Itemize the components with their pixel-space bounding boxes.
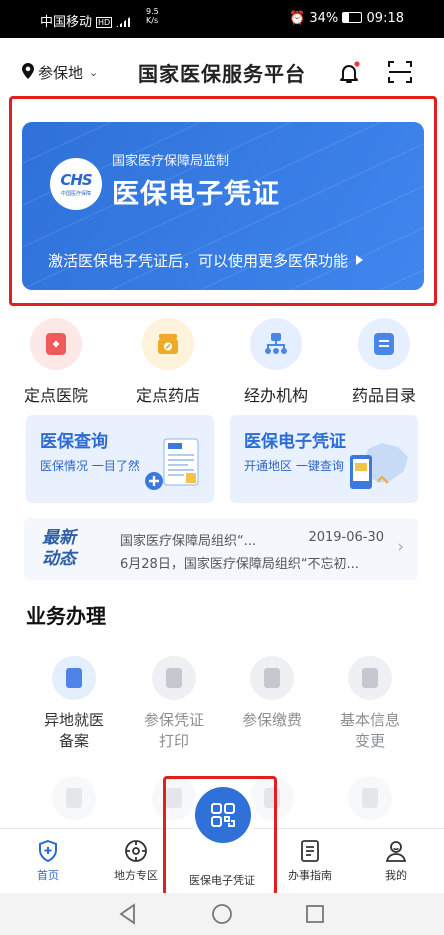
service-insurance-payment[interactable]: 参保缴费: [222, 656, 322, 731]
payment-icon: [250, 656, 294, 700]
news-ticker[interactable]: 最新 动态 国家医疗保障局组织“... 2019-06-30 6月28日，国家医…: [24, 518, 418, 580]
back-icon[interactable]: [118, 903, 138, 929]
service-basic-info-change[interactable]: 基本信息 变更: [320, 656, 420, 752]
quick-link-label: 定点医院: [23, 386, 88, 405]
service-label: 异地就医 备案: [24, 710, 124, 752]
quick-link-designated-hospital[interactable]: 定点医院: [6, 318, 106, 406]
news-tag: 最新 动态: [42, 528, 76, 570]
news-summary: 6月28日，国家医疗保障局组织“不忘初...: [120, 557, 359, 572]
service-item-more-1[interactable]: [24, 776, 124, 820]
service-label-line1: 参保缴费: [241, 711, 302, 729]
service-offsite-medical-filing[interactable]: 异地就医 备案: [24, 656, 124, 752]
service-label: 基本信息 变更: [320, 710, 420, 752]
user-icon: [384, 839, 408, 863]
service-label-line1: 异地就医: [43, 711, 104, 729]
service-label: 参保缴费: [222, 710, 322, 731]
insurance-card-illustration: [142, 435, 208, 499]
service-label-line2: 变更: [354, 732, 385, 750]
highlight-box-banner: [9, 96, 437, 306]
highlight-box-ecert-tab: [163, 776, 277, 896]
tab-label: 首页: [37, 869, 59, 882]
card-title: 医保电子凭证: [244, 432, 346, 452]
quick-link-label: 定点药店: [135, 386, 200, 405]
compass-icon: [124, 839, 148, 863]
carrier-info: 中国移动 HD: [40, 11, 131, 30]
news-date: 2019-06-30: [308, 530, 384, 545]
system-nav-bar: [0, 893, 444, 935]
service-label-line1: 基本信息: [339, 711, 400, 729]
network-speed: 9.5 K/s: [146, 7, 159, 25]
battery-icon: [342, 12, 363, 23]
tab-home[interactable]: 首页: [8, 839, 88, 883]
location-label: 参保地: [38, 64, 84, 82]
tab-label: 办事指南: [288, 869, 332, 882]
quick-link-drug-catalog[interactable]: 药品目录: [334, 318, 434, 406]
location-selector[interactable]: 参保地 ⌄: [22, 62, 98, 83]
service-label: 参保凭证 打印: [124, 710, 224, 752]
card-title: 医保查询: [40, 432, 108, 452]
network-speed-unit: K/s: [146, 16, 159, 25]
clock: 09:18: [366, 11, 404, 26]
pharmacy-icon: [142, 318, 194, 370]
recent-apps-icon[interactable]: [305, 904, 325, 928]
tab-mine[interactable]: 我的: [356, 839, 436, 883]
service-label-line2: 打印: [158, 732, 189, 750]
quick-link-label: 经办机构: [243, 386, 308, 405]
location-pin-icon: [22, 62, 34, 83]
service-insurance-certificate-print[interactable]: 参保凭证 打印: [124, 656, 224, 752]
guide-document-icon: [298, 839, 322, 863]
edit-icon: [362, 788, 378, 808]
signal-icon: [116, 17, 131, 27]
network-speed-value: 9.5: [146, 7, 159, 16]
status-right: ⏰ 34% 09:18: [289, 11, 404, 26]
tab-guide[interactable]: 办事指南: [270, 839, 350, 883]
news-tag-line1: 最新: [42, 528, 76, 548]
agency-icon: [250, 318, 302, 370]
service-label-line2: 备案: [58, 732, 89, 750]
hd-icon: HD: [96, 17, 113, 28]
service-placeholder-icon: [348, 776, 392, 820]
notification-bell-icon[interactable]: [336, 60, 362, 86]
chevron-down-icon: ⌄: [89, 66, 99, 79]
home-shield-icon: [36, 839, 60, 863]
chevron-right-icon: ›: [397, 537, 404, 557]
battery-level: 34%: [309, 11, 339, 26]
news-tag-line2: 动态: [42, 549, 76, 569]
card-e-certificate[interactable]: 医保电子凭证 开通地区 一键查询: [230, 415, 418, 503]
card-description: 医保情况 一目了然: [40, 459, 140, 473]
section-title-services: 业务办理: [26, 604, 106, 628]
document-icon: [166, 668, 182, 688]
quick-link-handling-agency[interactable]: 经办机构: [226, 318, 326, 406]
info-change-icon: [348, 656, 392, 700]
hospital-icon: [30, 318, 82, 370]
service-label-line1: 参保凭证: [143, 711, 204, 729]
service-placeholder-icon: [52, 776, 96, 820]
service-item-more-4[interactable]: [320, 776, 420, 820]
document-icon: [66, 668, 82, 688]
catalog-icon: [358, 318, 410, 370]
news-headline: 国家医疗保障局组织“...: [120, 534, 257, 549]
document-icon: [66, 788, 82, 808]
document-icon: [362, 668, 378, 688]
card-insurance-query[interactable]: 医保查询 医保情况 一目了然: [26, 415, 214, 503]
carrier-name: 中国移动: [40, 15, 93, 30]
alarm-icon: ⏰: [289, 11, 306, 26]
scan-icon[interactable]: [386, 58, 414, 86]
tab-label: 我的: [385, 869, 407, 882]
quick-link-label: 药品目录: [351, 386, 416, 405]
map-phone-illustration: [342, 437, 412, 499]
home-circle-icon[interactable]: [211, 903, 233, 929]
status-bar: 中国移动 HD 9.5 K/s ⏰ 34% 09:18: [0, 0, 444, 38]
quick-link-designated-pharmacy[interactable]: 定点药店: [118, 318, 218, 406]
card-description: 开通地区 一键查询: [244, 459, 344, 473]
offsite-filing-icon: [52, 656, 96, 700]
yuan-document-icon: [264, 668, 280, 688]
certificate-print-icon: [152, 656, 196, 700]
